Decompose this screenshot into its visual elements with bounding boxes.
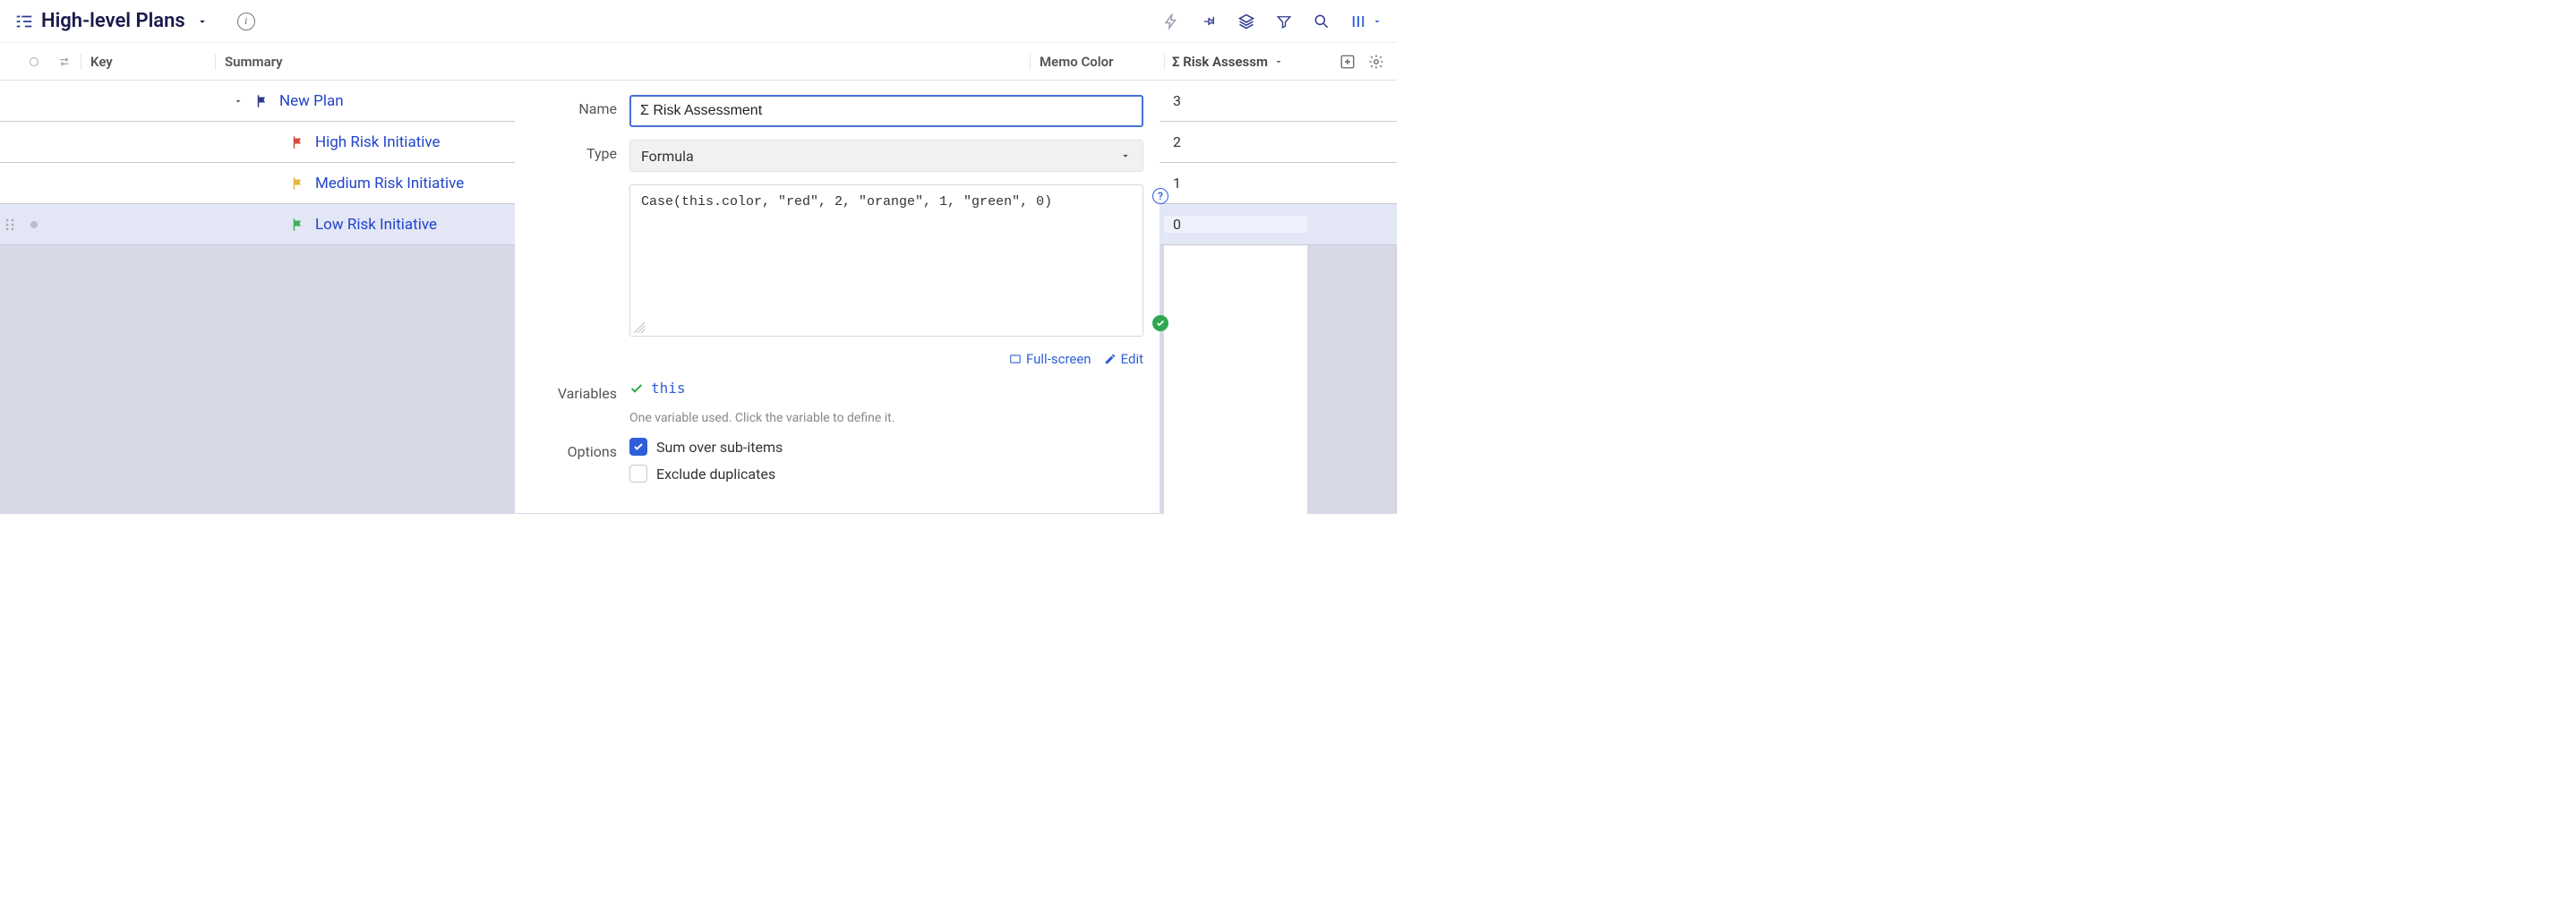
filter-icon[interactable] bbox=[1275, 13, 1293, 30]
variable-name[interactable]: this bbox=[651, 380, 686, 397]
row-risk-value: 1 bbox=[1164, 175, 1307, 192]
col-summary[interactable]: Summary bbox=[215, 54, 1030, 70]
check-icon bbox=[629, 381, 644, 396]
drag-handle-icon[interactable] bbox=[0, 218, 20, 231]
chevron-down-icon[interactable] bbox=[196, 15, 209, 28]
fullscreen-icon bbox=[1009, 353, 1022, 365]
flag-icon bbox=[290, 217, 306, 233]
formula-textarea[interactable]: Case(this.color, "red", 2, "orange", 1, … bbox=[629, 184, 1143, 337]
variables-hint: One variable used. Click the variable to… bbox=[629, 411, 894, 425]
col-risk-assessment[interactable]: Σ Risk Assessm bbox=[1164, 54, 1307, 70]
lightning-icon[interactable] bbox=[1162, 13, 1180, 30]
type-value: Formula bbox=[641, 148, 694, 165]
topbar: High-level Plans i bbox=[0, 0, 1397, 43]
option-exclude-duplicates[interactable]: Exclude duplicates bbox=[629, 465, 783, 483]
view-title[interactable]: High-level Plans bbox=[41, 10, 185, 32]
pin-icon[interactable] bbox=[1200, 13, 1218, 30]
row-risk-value: 0 bbox=[1164, 216, 1307, 233]
flag-icon bbox=[290, 175, 306, 192]
topbar-right bbox=[1162, 13, 1382, 30]
search-icon[interactable] bbox=[1313, 13, 1331, 30]
type-label: Type bbox=[531, 140, 617, 162]
expand-caret-icon[interactable] bbox=[233, 96, 245, 107]
flag-icon bbox=[254, 93, 270, 109]
row-summary-text[interactable]: Low Risk Initiative bbox=[315, 216, 437, 234]
row-summary-text[interactable]: Medium Risk Initiative bbox=[315, 175, 464, 192]
fullscreen-button[interactable]: Full-screen bbox=[1009, 351, 1091, 367]
sort-dropdown-icon bbox=[1273, 56, 1284, 67]
add-column-icon[interactable] bbox=[1339, 54, 1356, 70]
info-icon[interactable]: i bbox=[237, 13, 255, 30]
edit-button[interactable]: Edit bbox=[1104, 351, 1143, 367]
col-key[interactable]: Key bbox=[81, 54, 215, 70]
columns-toggle[interactable] bbox=[1350, 13, 1382, 30]
name-label: Name bbox=[531, 95, 617, 117]
column-header-row: Key Summary Memo Color Σ Risk Assessm bbox=[0, 43, 1397, 81]
settings-gear-icon[interactable] bbox=[1368, 54, 1384, 70]
row-summary-text[interactable]: High Risk Initiative bbox=[315, 133, 441, 151]
col-risk-label: Σ Risk Assessm bbox=[1172, 54, 1268, 70]
variables-label: Variables bbox=[531, 380, 617, 402]
type-select[interactable]: Formula bbox=[629, 140, 1143, 172]
help-icon[interactable]: ? bbox=[1152, 188, 1168, 204]
row-status-dot bbox=[20, 220, 48, 229]
col-actions bbox=[1307, 54, 1397, 70]
layers-icon[interactable] bbox=[1237, 13, 1255, 30]
option-sum-over-subitems[interactable]: Sum over sub-items bbox=[629, 438, 783, 456]
resize-grip-icon[interactable] bbox=[634, 322, 645, 333]
column-edit-panel: Name Type Formula Case(this.color, "red"… bbox=[515, 81, 1160, 513]
col-status-icon bbox=[20, 56, 48, 67]
row-summary-text[interactable]: New Plan bbox=[279, 92, 344, 110]
pencil-icon bbox=[1104, 353, 1117, 365]
row-risk-value: 2 bbox=[1164, 133, 1307, 150]
options-label: Options bbox=[531, 438, 617, 460]
col-swap-icon bbox=[48, 56, 81, 68]
checkbox-checked-icon bbox=[629, 438, 647, 456]
name-input[interactable] bbox=[629, 95, 1143, 127]
row-risk-value: 3 bbox=[1164, 92, 1307, 109]
topbar-left: High-level Plans i bbox=[14, 10, 255, 32]
checkbox-unchecked-icon bbox=[629, 465, 647, 483]
chevron-down-icon bbox=[1119, 150, 1132, 162]
formula-text: Case(this.color, "red", 2, "orange", 1, … bbox=[641, 194, 1052, 209]
col-memo-color[interactable]: Memo Color bbox=[1030, 54, 1164, 70]
flag-icon bbox=[290, 134, 306, 150]
valid-check-icon bbox=[1152, 315, 1168, 331]
hierarchy-icon bbox=[14, 12, 34, 31]
